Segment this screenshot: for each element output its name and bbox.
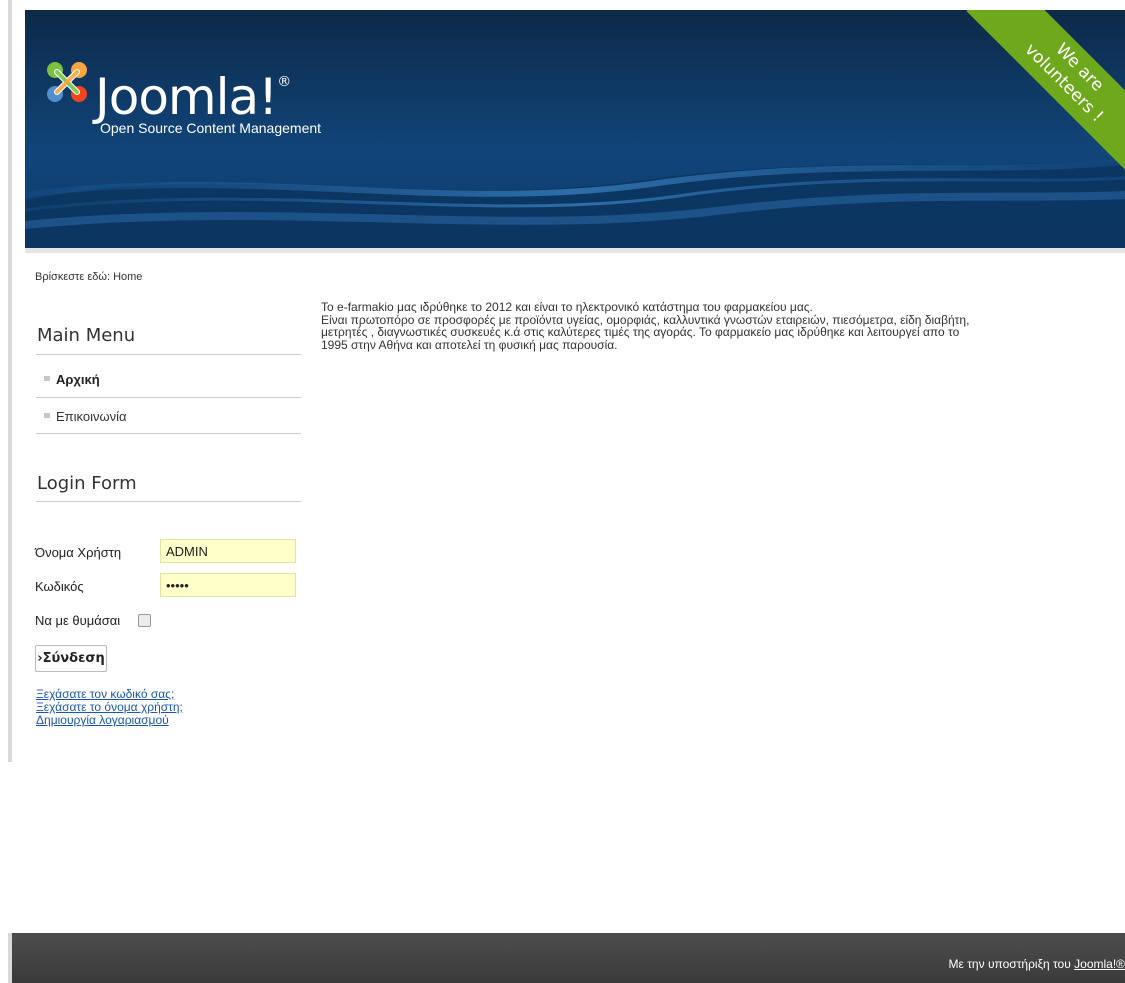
login-button[interactable]: ›Σύνδεση xyxy=(35,645,107,672)
password-input[interactable] xyxy=(160,573,296,597)
main-menu-divider xyxy=(36,354,301,355)
left-border xyxy=(8,0,12,762)
menu-divider xyxy=(36,433,301,434)
bullet-icon xyxy=(44,376,50,382)
menu-divider xyxy=(36,397,301,398)
brand-tagline: Open Source Content Management xyxy=(100,120,322,136)
footer-joomla-link[interactable]: Joomla!® xyxy=(1074,957,1125,971)
content-line: μετρητές , διαγνωστικές συσκευές κ.ά στι… xyxy=(321,325,960,339)
trademark: ® xyxy=(277,74,291,90)
bullet-icon xyxy=(44,413,50,419)
menu-item-contact-label[interactable]: Επικοινωνία xyxy=(56,409,127,424)
create-account-link[interactable]: Δημιουργία λογαριασμού xyxy=(36,714,169,727)
remember-me-checkbox[interactable] xyxy=(138,614,151,627)
menu-item-contact[interactable]: Επικοινωνία xyxy=(44,409,127,424)
username-label: Όνομα Χρήστη xyxy=(35,545,122,560)
remember-me-label: Να με θυμάσαι xyxy=(35,613,121,628)
article-content: Το e-farmakio μας ιδρύθηκε το 2012 και ε… xyxy=(321,301,1081,351)
content-line: 1995 στην Αθήνα και αποτελεί τη φυσική μ… xyxy=(321,337,618,352)
menu-item-home[interactable]: Αρχική xyxy=(44,372,100,387)
page: Joomla!® Open Source Content Management … xyxy=(0,0,1125,983)
joomla-logo-icon xyxy=(47,62,87,102)
menu-item-home-label[interactable]: Αρχική xyxy=(56,372,100,387)
footer-text: Με την υποστήριξη του xyxy=(948,957,1071,971)
site-footer: Με την υποστήριξη του Joomla!® xyxy=(12,933,1125,983)
brand-name[interactable]: Joomla!® xyxy=(95,52,291,127)
main-menu-title: Main Menu xyxy=(37,325,136,346)
login-form-title: Login Form xyxy=(37,473,137,494)
login-form-divider xyxy=(36,501,301,502)
content-line: Το e-farmakio μας ιδρύθηκε το 2012 και ε… xyxy=(321,300,813,314)
breadcrumb-current: Home xyxy=(113,271,143,283)
breadcrumb-prefix: Βρίσκεστε εδώ: xyxy=(35,271,110,283)
header-divider xyxy=(25,248,1125,253)
breadcrumb: Βρίσκεστε εδώ: Home xyxy=(35,271,142,283)
footer-credit: Με την υποστήριξη του Joomla!® xyxy=(949,957,1125,971)
username-input[interactable] xyxy=(160,539,296,563)
password-label: Κωδικός xyxy=(35,579,84,594)
site-header: Joomla!® Open Source Content Management … xyxy=(25,10,1125,248)
